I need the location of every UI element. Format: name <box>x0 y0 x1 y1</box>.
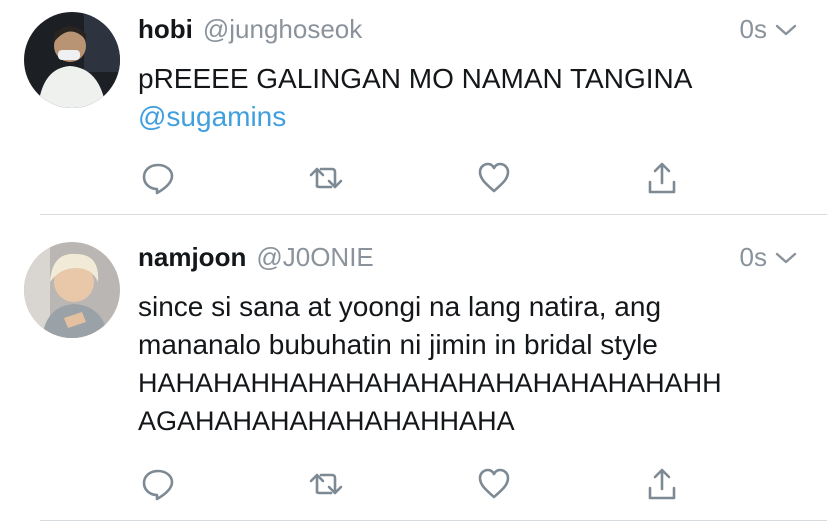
share-icon <box>648 162 676 194</box>
mention-link[interactable]: @sugamins <box>138 98 787 136</box>
like-button[interactable] <box>474 464 514 504</box>
user-handle[interactable]: @junghoseok <box>203 14 362 45</box>
timestamp: 0s <box>740 14 797 45</box>
share-icon <box>648 468 676 500</box>
display-name[interactable]: hobi <box>138 14 193 45</box>
share-button[interactable] <box>642 464 682 504</box>
tweet-text: since si sana at yoongi na lang natira, … <box>138 288 797 440</box>
tweet-line: mananalo bubuhatin ni jimin in bridal st… <box>138 329 658 360</box>
divider <box>40 214 827 215</box>
share-button[interactable] <box>642 158 682 198</box>
chevron-down-icon[interactable] <box>775 251 797 265</box>
like-button[interactable] <box>474 158 514 198</box>
retweet-button[interactable] <box>306 158 346 198</box>
tweet-header: hobi @junghoseok 0s <box>138 14 797 46</box>
tweet[interactable]: hobi @junghoseok 0s pREEEE GALINGAN MO N… <box>0 0 827 216</box>
reply-button[interactable] <box>138 464 178 504</box>
user-handle[interactable]: @J0ONIE <box>256 242 373 273</box>
divider <box>40 520 827 521</box>
tweet-line: AGAHAHAHAHAHAHAHHAHA <box>138 406 515 436</box>
like-icon <box>478 468 510 499</box>
tweet-line: since si sana at yoongi na lang natira, … <box>138 291 662 322</box>
tweet-text: pREEEE GALINGAN MO NAMAN TANGINA @sugami… <box>138 60 787 136</box>
like-icon <box>478 162 510 193</box>
reply-icon <box>142 163 174 195</box>
timestamp: 0s <box>740 242 797 273</box>
retweet-icon <box>309 473 343 495</box>
tweet-line: HAHAHAHHAHAHAHAHAHAHAHAHAHAHAHH <box>138 368 722 398</box>
time-text: 0s <box>739 14 767 44</box>
avatar[interactable] <box>24 242 120 338</box>
time-text: 0s <box>739 242 767 272</box>
tweet-header: namjoon @J0ONIE 0s <box>138 242 797 274</box>
tweet[interactable]: namjoon @J0ONIE 0s since si sana at yoon… <box>0 216 827 523</box>
chevron-down-icon[interactable] <box>775 23 797 37</box>
reply-icon <box>142 469 174 501</box>
display-name[interactable]: namjoon <box>138 242 246 273</box>
avatar[interactable] <box>24 12 120 108</box>
reply-button[interactable] <box>138 158 178 198</box>
retweet-icon <box>309 167 343 189</box>
retweet-button[interactable] <box>306 464 346 504</box>
tweet-line: pREEEE GALINGAN MO NAMAN TANGINA <box>138 63 693 94</box>
